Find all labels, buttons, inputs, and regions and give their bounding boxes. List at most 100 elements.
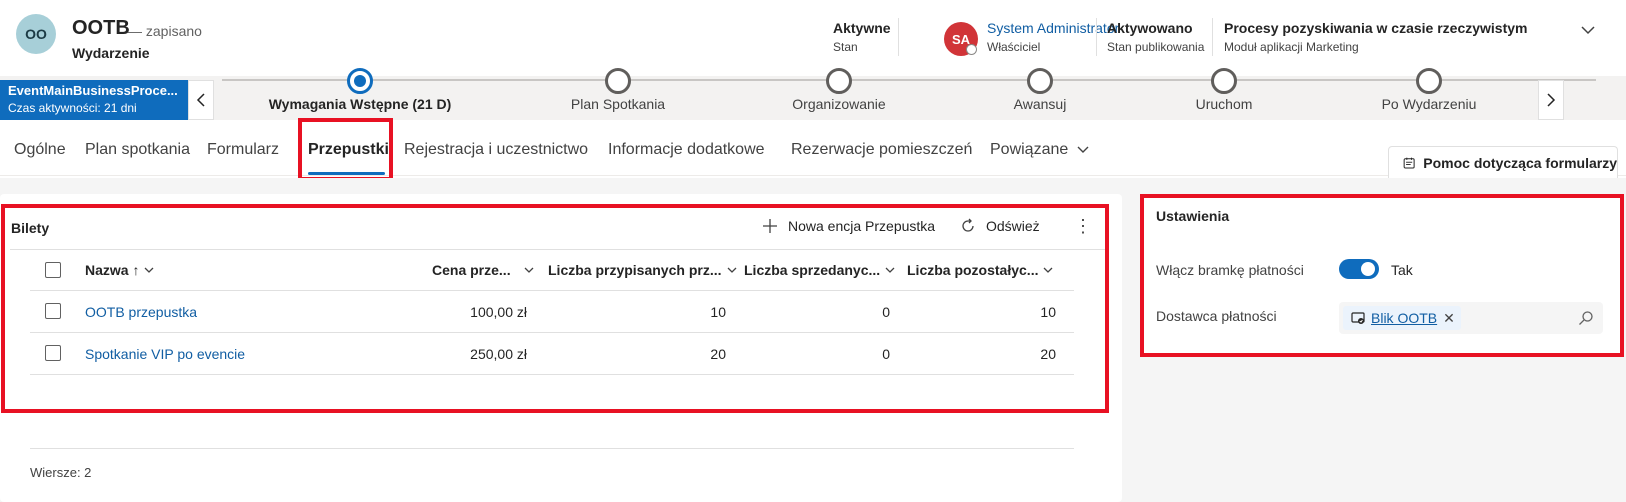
tab-room-reservations[interactable]: Rezerwacje pomieszczeń — [791, 141, 972, 159]
row-divider — [30, 332, 1074, 333]
header-field-publish-status: Aktywowano Stan publikowania — [1107, 20, 1204, 54]
lookup-search-icon[interactable] — [1578, 310, 1594, 329]
select-all-checkbox[interactable] — [45, 262, 61, 278]
column-label: Liczba sprzedanyc... — [744, 262, 881, 278]
publish-status-value: Aktywowano — [1107, 20, 1193, 36]
pass-sold: 0 — [882, 304, 890, 320]
stage-circle-icon — [1211, 68, 1237, 94]
chevron-down-icon — [885, 267, 895, 273]
pass-price: 100,00 zł — [470, 304, 527, 320]
header-field-owner: System Administrator Właściciel — [987, 20, 1119, 54]
payment-provider-icon — [1351, 312, 1365, 324]
refresh-label: Odśwież — [986, 218, 1040, 234]
owner-link[interactable]: System Administrator — [987, 20, 1119, 36]
tab-form[interactable]: Formularz — [207, 141, 279, 159]
header-field-module: Procesy pozyskiwania w czasie rzeczywist… — [1224, 20, 1528, 54]
bpf-stage-launch[interactable]: Uruchom — [1114, 68, 1334, 118]
record-avatar: OO — [16, 14, 56, 54]
refresh-button[interactable]: Odśwież — [960, 218, 1040, 234]
payment-provider-label: Dostawca płatności — [1156, 308, 1277, 324]
column-label: Cena prze... — [432, 262, 511, 278]
remove-provider-icon[interactable]: ✕ — [1443, 310, 1455, 327]
column-header-remaining[interactable]: Liczba pozostałyc... — [907, 262, 1054, 278]
stage-name: Plan Spotkania — [570, 96, 666, 112]
record-title: OOTB — [72, 17, 130, 39]
chevron-down-icon — [1044, 267, 1053, 273]
column-header-price[interactable]: Cena prze... — [432, 262, 535, 278]
expand-header-chevron-icon[interactable] — [1578, 20, 1598, 40]
tab-related-label: Powiązane — [990, 141, 1069, 158]
status-label: Stan — [833, 40, 858, 54]
stage-name: Organizowanie — [792, 96, 886, 112]
chevron-down-icon — [727, 267, 736, 273]
pass-remaining: 10 — [1040, 304, 1056, 320]
row-divider — [30, 374, 1074, 375]
status-value: Aktywne — [833, 20, 891, 36]
form-help-icon — [1403, 157, 1415, 168]
column-header-name[interactable]: Nazwa ↑ — [85, 262, 155, 278]
bpf-next-button[interactable] — [1538, 80, 1564, 120]
tab-additional-info[interactable]: Informacje dodatkowe — [608, 141, 765, 159]
save-status: — zapisano — [128, 23, 202, 39]
column-label: Liczba pozostałyc... — [907, 262, 1039, 278]
bpf-stage-prerequisites[interactable]: Wymagania Wstępne (21 D) — [250, 68, 470, 118]
tab-related[interactable]: Powiązane — [990, 141, 1090, 159]
row-count: Wiersze: 2 — [30, 465, 92, 480]
publish-status-label: Stan publikowania — [1107, 40, 1205, 54]
pass-name-link[interactable]: Spotkanie VIP po evencie — [85, 346, 245, 362]
new-pass-label: Nowa encja Przepustka — [788, 218, 936, 234]
chevron-down-icon — [145, 267, 154, 273]
row-checkbox[interactable] — [45, 303, 61, 319]
pass-name-link[interactable]: OOTB przepustka — [85, 304, 197, 320]
pass-remaining: 20 — [1040, 346, 1056, 362]
grid-footer-divider — [30, 448, 1074, 449]
owner-label: Właściciel — [987, 40, 1041, 54]
chevron-down-icon — [1077, 146, 1089, 153]
chevron-right-icon — [1547, 93, 1556, 107]
pass-sold: 0 — [882, 346, 890, 362]
payment-provider-chip[interactable]: Blik OOTB ✕ — [1343, 306, 1461, 330]
pass-assigned: 20 — [710, 346, 726, 362]
bpf-stage-post-event[interactable]: Po Wydarzeniu — [1319, 68, 1539, 118]
column-label: Nazwa ↑ — [85, 262, 140, 278]
tab-general[interactable]: Ogólne — [14, 141, 66, 159]
bpf-stage-meeting-plan[interactable]: Plan Spotkania — [508, 68, 728, 118]
column-label: Liczba przypisanych prz... — [548, 262, 722, 278]
pass-assigned: 10 — [710, 304, 726, 320]
grid-header-divider — [10, 249, 1108, 250]
grid-title: Bilety — [11, 220, 50, 236]
stage-circle-icon — [1416, 68, 1442, 94]
tab-registration-attendance[interactable]: Rejestracja i uczestnictwo — [404, 141, 588, 159]
bpf-process-name: EventMainBusinessProce... — [8, 83, 178, 98]
new-pass-button[interactable]: Nowa encja Przepustka — [762, 218, 935, 234]
payment-provider-link[interactable]: Blik OOTB — [1371, 310, 1437, 326]
stage-circle-icon — [826, 68, 852, 94]
payment-gateway-label: Włącz bramkę płatności — [1156, 262, 1304, 278]
chevron-left-icon — [196, 93, 205, 107]
bpf-process-label[interactable]: EventMainBusinessProce... Czas aktywnośc… — [0, 80, 194, 120]
form-help-label: Pomoc dotycząca formularzy — [1423, 154, 1617, 171]
more-commands-icon[interactable]: ⋮ — [1074, 216, 1092, 237]
tab-meeting-plan[interactable]: Plan spotkania — [85, 141, 190, 159]
module-value: Procesy pozyskiwania w czasie rzeczywist… — [1224, 20, 1528, 36]
selected-tab-indicator — [308, 172, 385, 175]
presence-status-icon — [966, 44, 977, 55]
column-header-sold[interactable]: Liczba sprzedanyc... — [744, 262, 896, 278]
form-help-button[interactable]: Pomoc dotycząca formularzy — [1388, 146, 1618, 178]
header-field-status: Aktywne Stan — [833, 20, 891, 54]
bpf-active-duration: Czas aktywności: 21 dni — [8, 101, 137, 115]
record-entity-type: Wydarzenie — [72, 45, 150, 61]
stage-name: Wymagania Wstępne (21 D) — [268, 96, 452, 112]
tab-passes[interactable]: Przepustki — [308, 141, 389, 159]
header-divider — [1096, 18, 1097, 56]
row-checkbox[interactable] — [45, 345, 61, 361]
column-header-assigned[interactable]: Liczba przypisanych prz... — [548, 262, 738, 278]
module-label: Moduł aplikacji Marketing — [1224, 40, 1359, 54]
bpf-stage-organize[interactable]: Organizowanie — [729, 68, 949, 118]
header-divider — [1212, 18, 1213, 56]
settings-title: Ustawienia — [1156, 208, 1230, 224]
payment-gateway-toggle[interactable] — [1339, 259, 1379, 279]
stage-circle-icon — [605, 68, 631, 94]
bpf-prev-button[interactable] — [188, 80, 214, 120]
stage-name: Po Wydarzeniu — [1381, 96, 1477, 112]
